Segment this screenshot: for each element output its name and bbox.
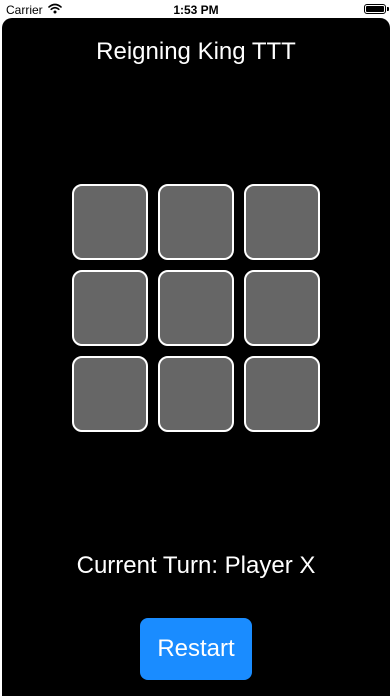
battery-icon (364, 4, 389, 14)
status-bar: Carrier 1:53 PM (0, 0, 392, 20)
status-right (364, 4, 389, 14)
restart-button[interactable]: Restart (140, 618, 252, 680)
battery-cap (387, 7, 389, 11)
screen: Carrier 1:53 PM Reigning King TTT Curren… (0, 0, 392, 696)
board-cell-3[interactable] (244, 184, 320, 260)
board-cell-4[interactable] (72, 270, 148, 346)
game-sheet: Reigning King TTT Current Turn: Player X… (2, 18, 390, 696)
board-cell-1[interactable] (72, 184, 148, 260)
status-time: 1:53 PM (173, 3, 219, 17)
battery-fill (366, 6, 384, 12)
board-cell-7[interactable] (72, 356, 148, 432)
board-cell-5[interactable] (158, 270, 234, 346)
game-board (72, 184, 320, 432)
board-cell-8[interactable] (158, 356, 234, 432)
app-title: Reigning King TTT (96, 38, 296, 65)
board-cell-9[interactable] (244, 356, 320, 432)
board-cell-6[interactable] (244, 270, 320, 346)
current-turn-label: Current Turn: Player X (76, 552, 316, 579)
board-cell-2[interactable] (158, 184, 234, 260)
